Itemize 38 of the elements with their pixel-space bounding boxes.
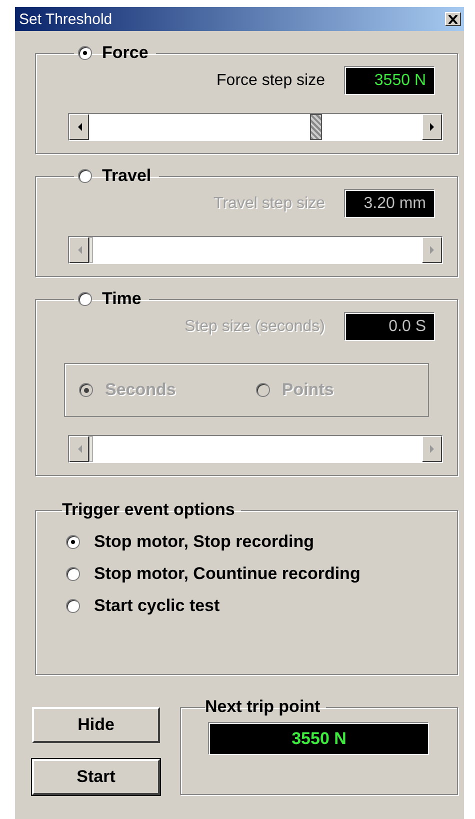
- group-title: Trigger event options: [62, 500, 235, 519]
- option-label: Start cyclic test: [94, 596, 220, 616]
- dialog-button[interactable]: Hide: [32, 707, 160, 743]
- slider[interactable]: [68, 113, 443, 141]
- slider[interactable]: [68, 236, 443, 264]
- radio-button[interactable]: [66, 599, 80, 613]
- right-arrow-button[interactable]: [422, 237, 442, 263]
- close-icon: [448, 14, 458, 24]
- left-arrow-icon: [76, 445, 82, 453]
- right-arrow-button[interactable]: [422, 114, 442, 140]
- step-size-label: Force step size: [216, 72, 325, 90]
- left-arrow-button[interactable]: [69, 436, 89, 462]
- section-label: Force: [102, 43, 148, 63]
- close-button[interactable]: [445, 12, 461, 26]
- slider-thumb[interactable]: [310, 114, 322, 140]
- right-arrow-icon: [430, 246, 434, 254]
- slider[interactable]: [68, 435, 443, 463]
- left-arrow-icon: [76, 123, 82, 131]
- dialog-button[interactable]: Start: [32, 759, 160, 795]
- radio-button[interactable]: [66, 567, 80, 581]
- section-label: Time: [102, 289, 142, 309]
- window-title: Set Threshold: [19, 10, 112, 28]
- radio-button[interactable]: [78, 46, 92, 60]
- option-label: Stop motor, Stop recording: [94, 532, 314, 552]
- left-arrow-button[interactable]: [69, 114, 89, 140]
- right-arrow-icon: [430, 123, 434, 131]
- left-arrow-icon: [76, 246, 82, 254]
- section-label: Travel: [102, 166, 152, 186]
- option-label: Stop motor, Countinue recording: [94, 564, 360, 584]
- left-arrow-button[interactable]: [69, 237, 89, 263]
- trip-point-display: 3550 N: [209, 723, 429, 755]
- step-value-display: 0.0 S: [345, 313, 435, 341]
- right-arrow-icon: [430, 445, 434, 453]
- step-value-display: 3550 N: [345, 67, 435, 95]
- step-value-display: 3.20 mm: [345, 190, 435, 218]
- right-arrow-button[interactable]: [422, 436, 442, 462]
- radio-button[interactable]: [66, 535, 80, 549]
- group-title: Next trip point: [205, 697, 320, 716]
